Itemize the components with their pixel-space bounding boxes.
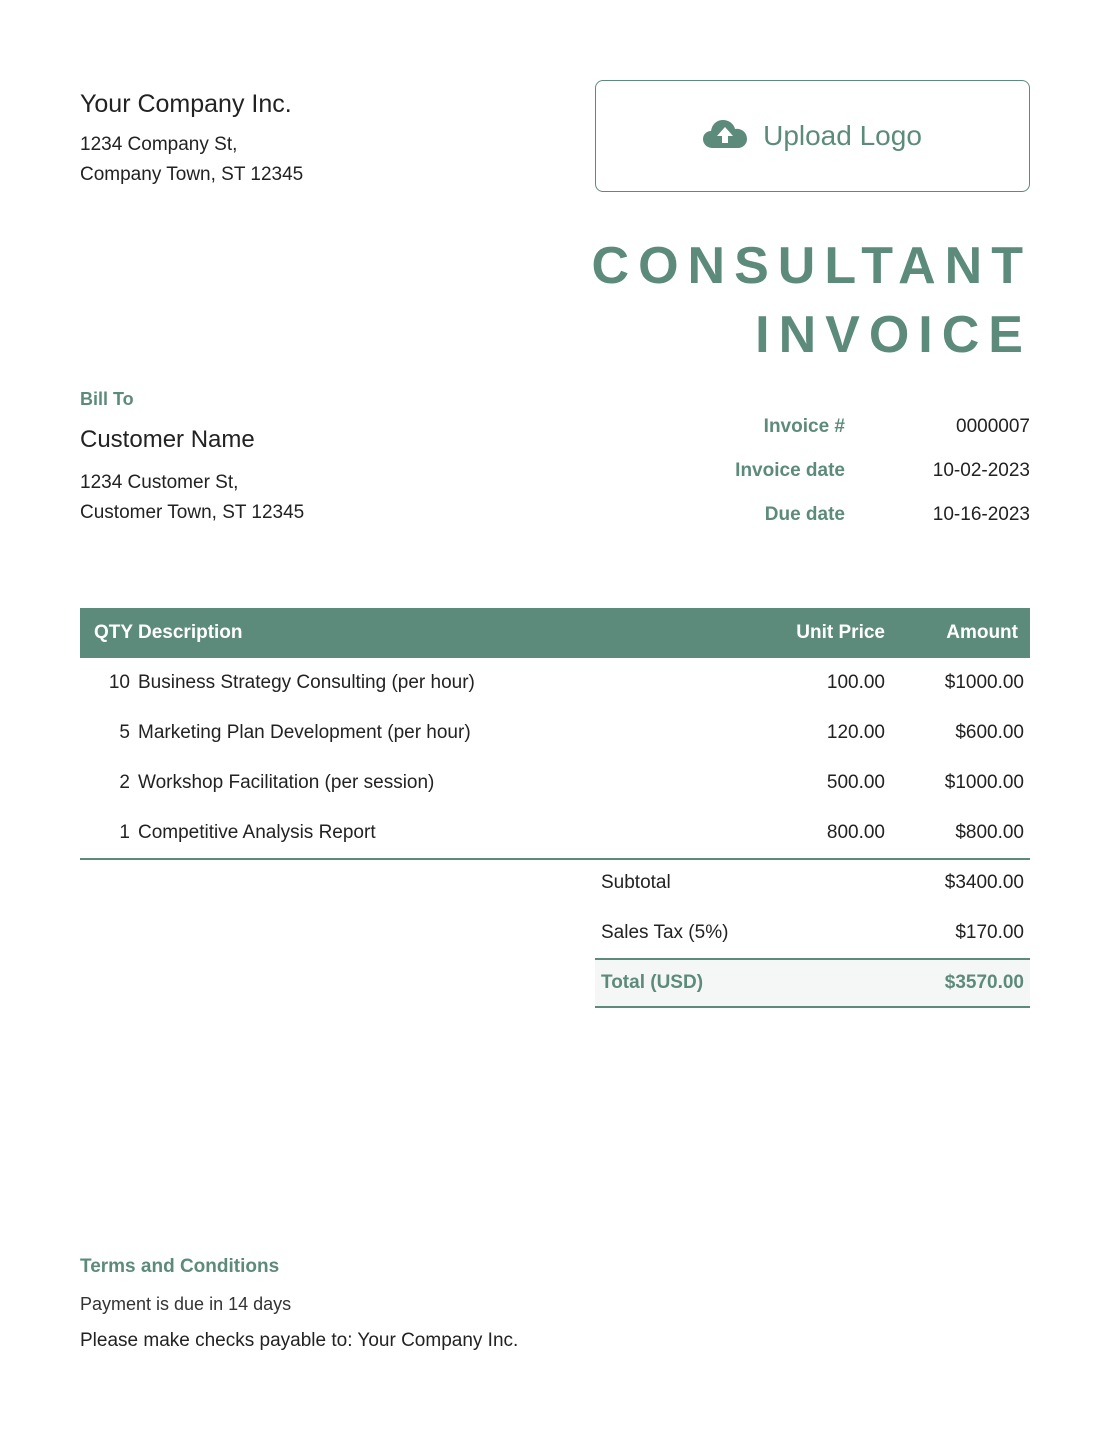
invoice-date-label: Invoice date: [735, 460, 845, 481]
due-date-label: Due date: [764, 504, 845, 525]
row-amount: $1000.00: [944, 672, 1024, 693]
header-amount: Amount: [946, 622, 1018, 643]
table-row: 5 Marketing Plan Development (per hour) …: [80, 708, 1030, 758]
header-qty: QTY: [94, 622, 134, 643]
sales-tax-value: $170.00: [955, 922, 1024, 943]
row-qty: 2: [119, 772, 130, 793]
row-unit-price: 100.00: [826, 672, 885, 693]
subtotal-row: Subtotal $3400.00: [595, 858, 1030, 908]
row-amount: $600.00: [955, 722, 1024, 743]
row-description: Competitive Analysis Report: [138, 822, 376, 843]
row-amount: $800.00: [955, 822, 1024, 843]
company-name: Your Company Inc.: [80, 90, 292, 118]
company-address-line1: 1234 Company St,: [80, 134, 238, 155]
header-description: Description: [138, 622, 243, 643]
cloud-upload-icon: [703, 118, 748, 155]
invoice-date-value: 10-02-2023: [932, 460, 1030, 481]
customer-address-line2: Customer Town, ST 12345: [80, 502, 305, 523]
table-row: 10 Business Strategy Consulting (per hou…: [80, 658, 1030, 708]
row-unit-price: 500.00: [826, 772, 885, 793]
subtotal-value: $3400.00: [944, 872, 1024, 893]
header-unit-price: Unit Price: [796, 622, 885, 643]
totals-section: Subtotal $3400.00 Sales Tax (5%) $170.00…: [595, 858, 1030, 1008]
sales-tax-label: Sales Tax (5%): [601, 922, 729, 943]
row-description: Marketing Plan Development (per hour): [138, 722, 471, 743]
sales-tax-row: Sales Tax (5%) $170.00: [595, 908, 1030, 958]
line-items-table: QTY Description Unit Price Amount 10 Bus…: [80, 608, 1030, 860]
customer-address-line1: 1234 Customer St,: [80, 472, 239, 493]
table-header: QTY Description Unit Price Amount: [80, 608, 1030, 658]
row-qty: 10: [108, 672, 130, 693]
total-row: Total (USD) $3570.00: [595, 958, 1030, 1008]
row-qty: 1: [119, 822, 130, 843]
invoice-number-label: Invoice #: [763, 416, 845, 437]
customer-name: Customer Name: [80, 426, 255, 453]
company-address-line2: Company Town, ST 12345: [80, 164, 304, 185]
total-label: Total (USD): [601, 972, 704, 993]
due-date-value: 10-16-2023: [932, 504, 1030, 525]
terms-heading: Terms and Conditions: [80, 1256, 280, 1277]
row-unit-price: 120.00: [826, 722, 885, 743]
row-qty: 5: [119, 722, 130, 743]
upload-logo-button[interactable]: Upload Logo: [595, 80, 1030, 192]
bill-to-label: Bill To: [80, 389, 134, 409]
terms-payable-to: Please make checks payable to: Your Comp…: [80, 1330, 519, 1351]
subtotal-label: Subtotal: [601, 872, 671, 893]
row-description: Workshop Facilitation (per session): [138, 772, 435, 793]
table-row: 2 Workshop Facilitation (per session) 50…: [80, 758, 1030, 808]
invoice-number-value: 0000007: [956, 416, 1030, 437]
table-row: 1 Competitive Analysis Report 800.00 $80…: [80, 808, 1030, 858]
row-amount: $1000.00: [944, 772, 1024, 793]
invoice-title-line1: CONSULTANT: [591, 237, 1032, 295]
terms-payment-due: Payment is due in 14 days: [80, 1294, 292, 1314]
table-body: 10 Business Strategy Consulting (per hou…: [80, 658, 1030, 860]
total-value: $3570.00: [944, 972, 1024, 993]
invoice-title-line2: INVOICE: [755, 306, 1032, 364]
row-description: Business Strategy Consulting (per hour): [138, 672, 475, 693]
upload-logo-label: Upload Logo: [763, 120, 922, 151]
row-unit-price: 800.00: [826, 822, 885, 843]
